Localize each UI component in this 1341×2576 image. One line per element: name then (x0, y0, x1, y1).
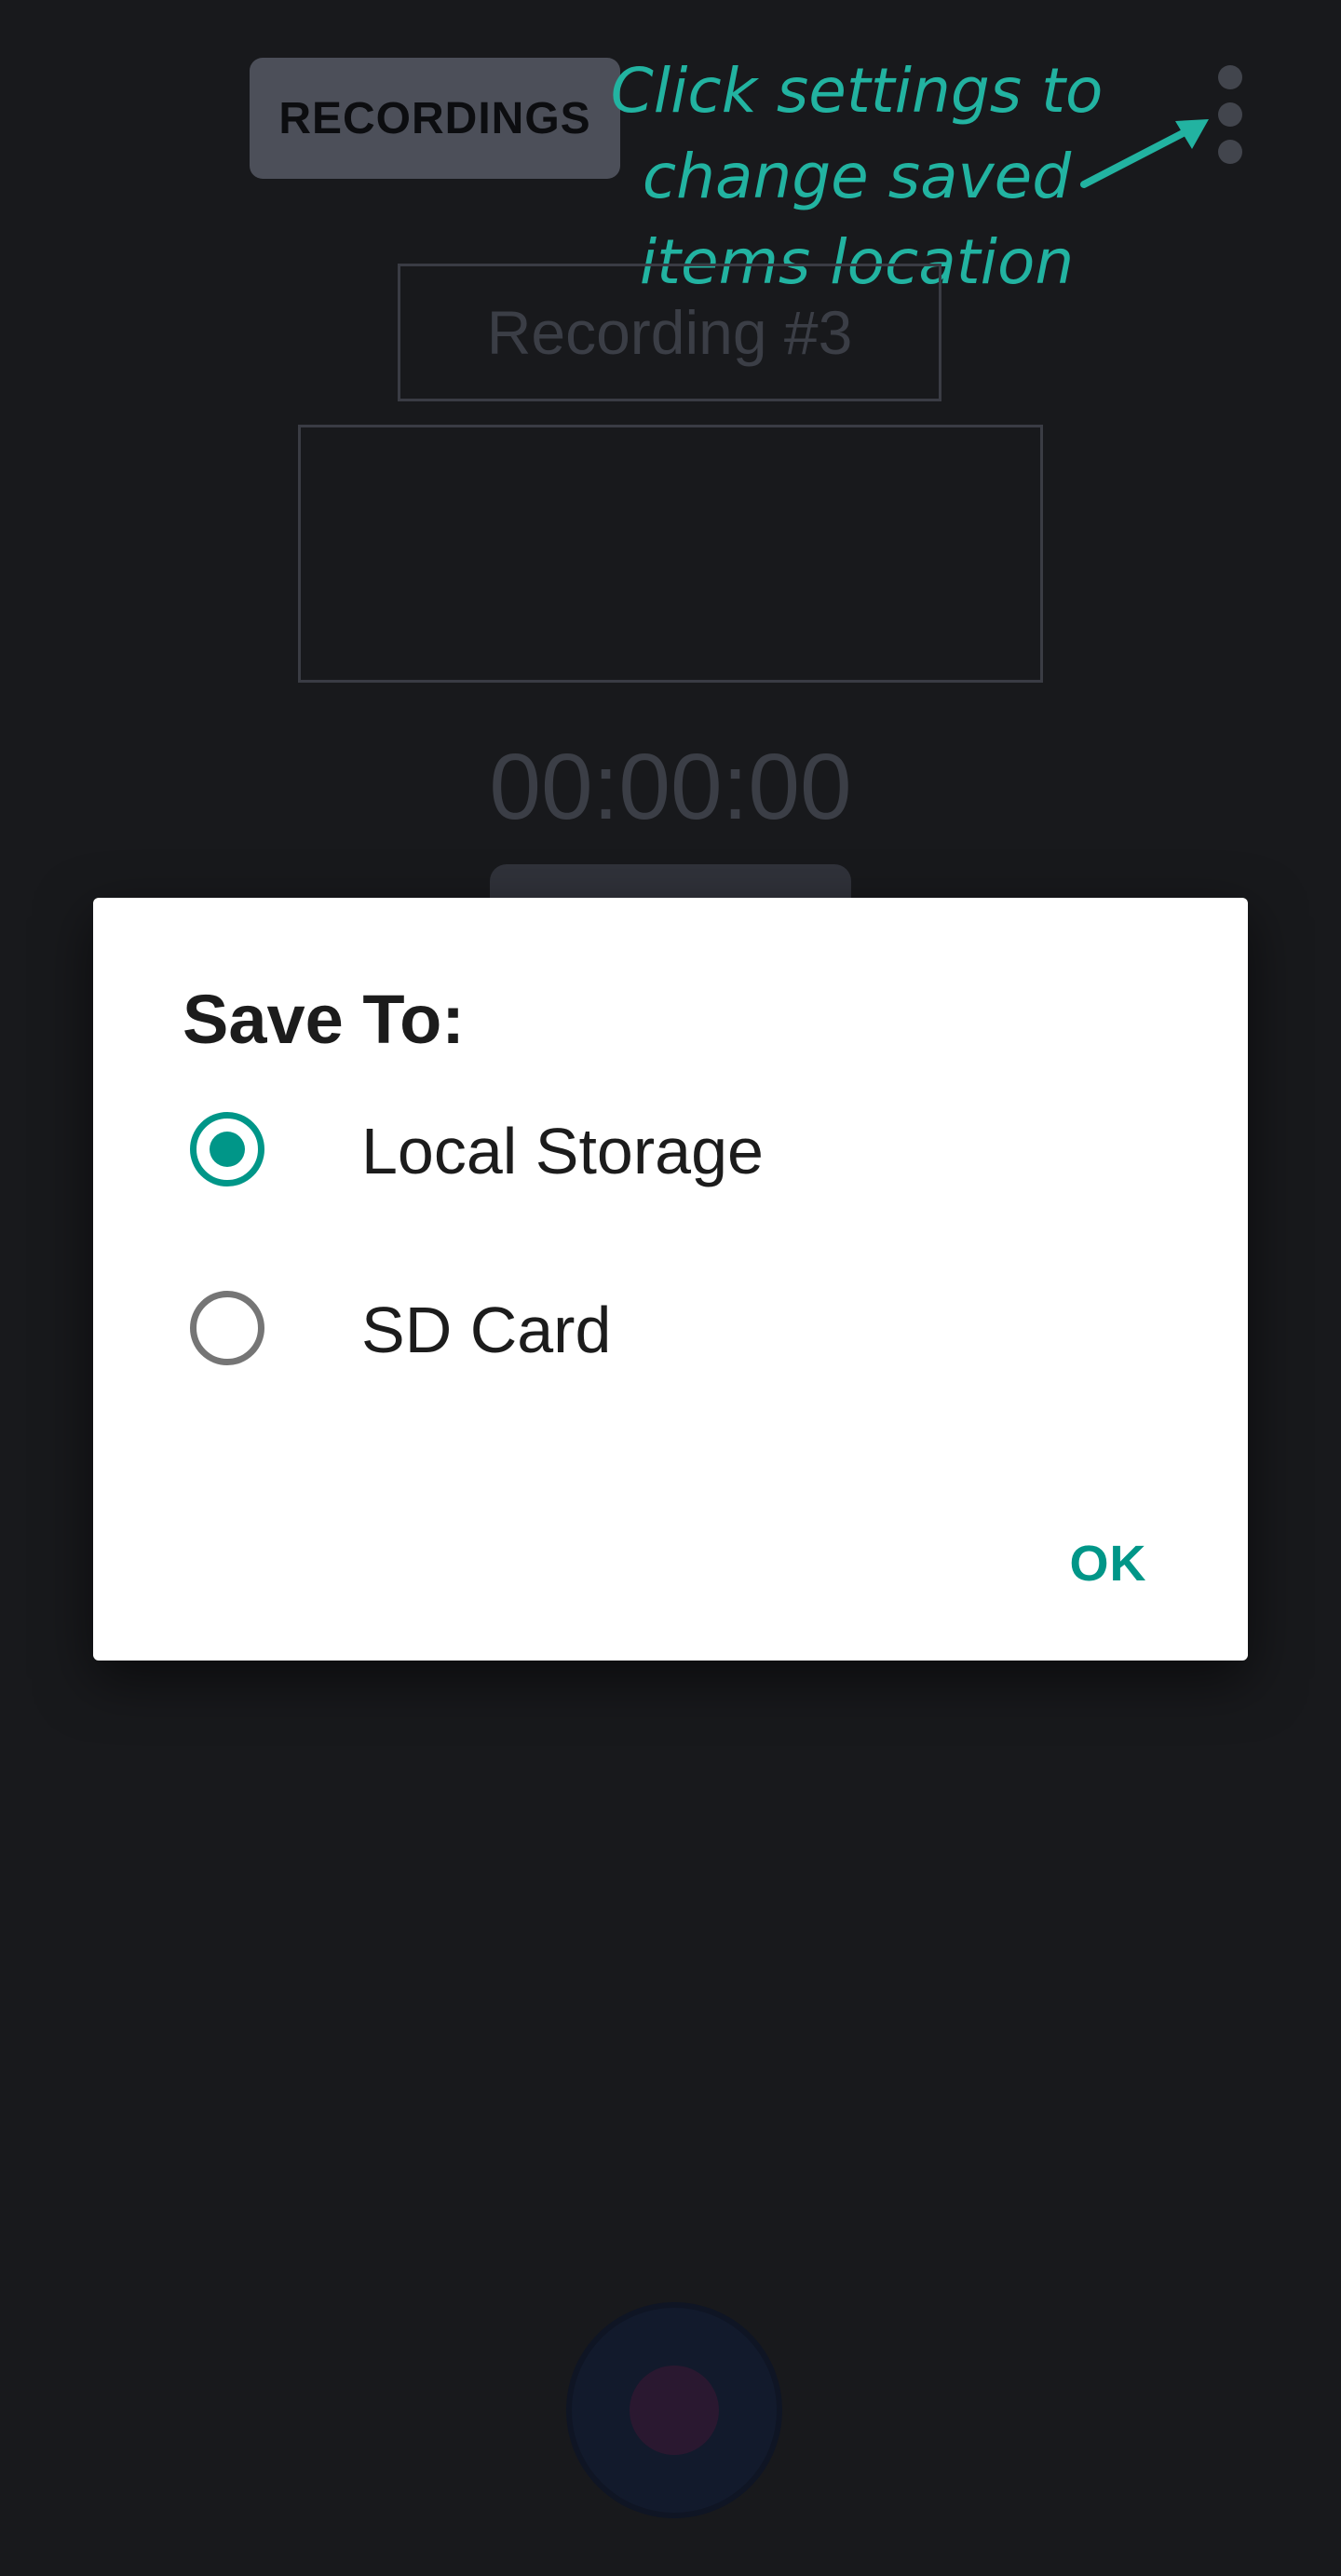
more-vert-icon[interactable] (1211, 65, 1248, 168)
dialog-title: Save To: (183, 981, 465, 1058)
recording-timer: 00:00:00 (489, 735, 852, 839)
option-label: SD Card (361, 1294, 612, 1366)
ok-button[interactable]: OK (1024, 1512, 1192, 1615)
annotation-arrow-icon (1080, 119, 1209, 188)
radio-dot (210, 1132, 245, 1167)
record-icon (630, 2366, 719, 2455)
recordings-button[interactable]: RECORDINGS (250, 58, 620, 179)
radio-checked-icon[interactable] (190, 1112, 264, 1186)
annotation-line-2: change saved (642, 141, 1072, 212)
menu-dot (1218, 102, 1242, 127)
recording-title-field[interactable]: Recording #3 (398, 264, 941, 401)
annotation-line-1: Click settings to (610, 55, 1104, 127)
waveform-display (298, 425, 1043, 683)
option-sd-card[interactable]: SD Card (93, 1254, 1248, 1412)
save-to-dialog: Save To: Local Storage SD Card OK (93, 898, 1248, 1661)
menu-dot (1218, 140, 1242, 164)
menu-dot (1218, 65, 1242, 89)
radio-unchecked-icon[interactable] (190, 1291, 264, 1365)
option-label: Local Storage (361, 1115, 764, 1187)
option-local-storage[interactable]: Local Storage (93, 1075, 1248, 1233)
record-button[interactable] (572, 2308, 777, 2513)
